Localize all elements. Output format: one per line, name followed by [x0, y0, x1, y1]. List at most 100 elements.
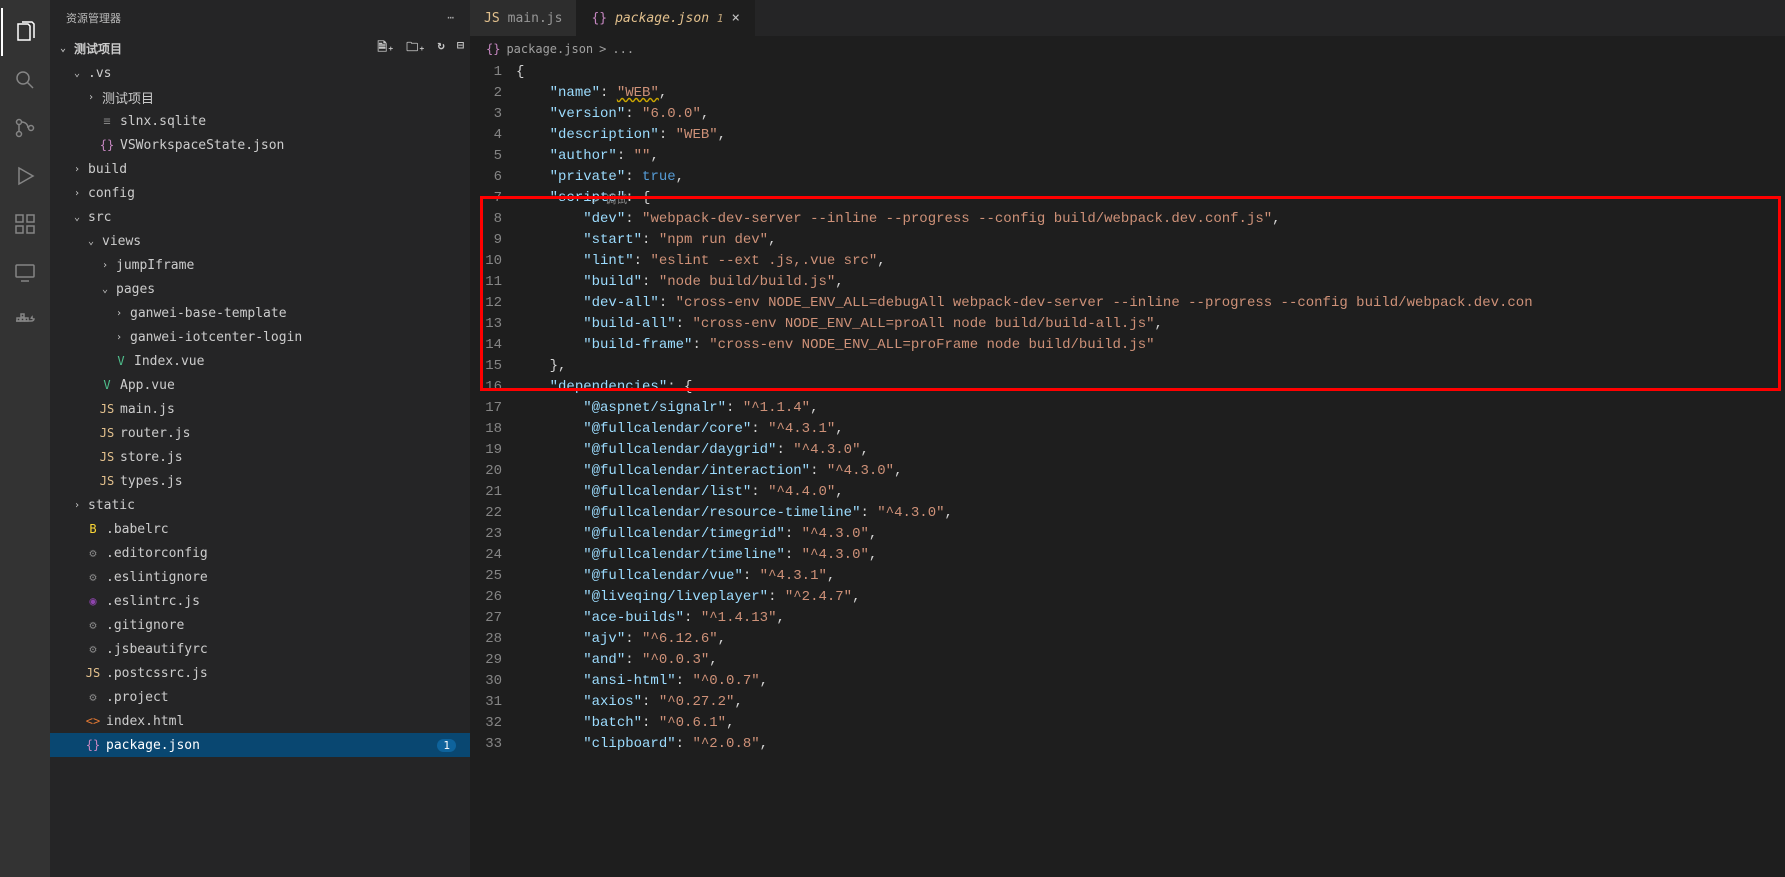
breadcrumb[interactable]: {} package.json > ...: [470, 36, 1785, 62]
sidebar-more-icon[interactable]: ⋯: [447, 11, 454, 24]
activity-explorer-icon[interactable]: [1, 8, 49, 56]
file-icon: V: [98, 378, 116, 392]
tree-item[interactable]: JSstore.js: [50, 445, 470, 469]
project-header[interactable]: ⌄ 测试项目 🗎₊ 🗀₊ ↻ ⊟: [50, 35, 470, 61]
tree-item[interactable]: JStypes.js: [50, 469, 470, 493]
tab-label: package.json 1: [615, 11, 723, 26]
tree-label: jumpIframe: [112, 258, 194, 273]
code-line[interactable]: "ace-builds": "^1.4.13",: [516, 608, 1785, 629]
tree-item[interactable]: {}package.json1: [50, 733, 470, 757]
code-editor[interactable]: 1234567891011121314151617181920212223242…: [470, 62, 1785, 877]
chevron-icon: ›: [112, 332, 126, 343]
tree-item[interactable]: ⌄views: [50, 229, 470, 253]
activity-search-icon[interactable]: [1, 56, 49, 104]
new-file-icon[interactable]: 🗎₊: [377, 38, 394, 59]
chevron-icon: ›: [112, 308, 126, 319]
tree-item[interactable]: JSrouter.js: [50, 421, 470, 445]
tree-item[interactable]: {}VSWorkspaceState.json: [50, 133, 470, 157]
code-line[interactable]: "@fullcalendar/core": "^4.3.1",: [516, 419, 1785, 440]
code-line[interactable]: {: [516, 62, 1785, 83]
tree-item[interactable]: ⌄src: [50, 205, 470, 229]
tree-item[interactable]: ⚙.jsbeautifyrc: [50, 637, 470, 661]
code-line[interactable]: "dev": "webpack-dev-server --inline --pr…: [516, 209, 1785, 230]
activity-docker-icon[interactable]: [1, 296, 49, 344]
tree-item[interactable]: ◉.eslintrc.js: [50, 589, 470, 613]
tree-item[interactable]: <>index.html: [50, 709, 470, 733]
tree-item[interactable]: JS.postcssrc.js: [50, 661, 470, 685]
code-line[interactable]: "batch": "^0.6.1",: [516, 713, 1785, 734]
tree-item[interactable]: ›static: [50, 493, 470, 517]
tree-item[interactable]: ›ganwei-base-template: [50, 301, 470, 325]
file-icon: ◉: [84, 594, 102, 608]
debug-hint[interactable]: ▷ 调试: [592, 191, 627, 212]
tabs-bar: JSmain.js{}package.json 1×: [470, 0, 1785, 36]
code-line[interactable]: "ajv": "^6.12.6",: [516, 629, 1785, 650]
tree-item[interactable]: ›测试项目: [50, 85, 470, 109]
refresh-icon[interactable]: ↻: [438, 38, 445, 59]
sidebar-title: 资源管理器: [66, 10, 121, 26]
tree-item[interactable]: JSmain.js: [50, 397, 470, 421]
code-line[interactable]: "@fullcalendar/resource-timeline": "^4.3…: [516, 503, 1785, 524]
file-icon: JS: [484, 11, 500, 26]
new-folder-icon[interactable]: 🗀₊: [406, 38, 425, 59]
tree-item[interactable]: ⚙.eslintignore: [50, 565, 470, 589]
code-line[interactable]: "start": "npm run dev",: [516, 230, 1785, 251]
tab[interactable]: {}package.json 1×: [577, 0, 754, 36]
tree-item[interactable]: VApp.vue: [50, 373, 470, 397]
tree-label: .eslintignore: [102, 570, 208, 585]
tab[interactable]: JSmain.js: [470, 0, 577, 36]
activity-extensions-icon[interactable]: [1, 200, 49, 248]
chevron-icon: ⌄: [98, 284, 112, 295]
code-line[interactable]: "scripts": {: [516, 188, 1785, 209]
tree-item[interactable]: ⌄.vs: [50, 61, 470, 85]
code-line[interactable]: "dev-all": "cross-env NODE_ENV_ALL=debug…: [516, 293, 1785, 314]
code-line[interactable]: "@fullcalendar/timegrid": "^4.3.0",: [516, 524, 1785, 545]
activity-remote-icon[interactable]: [1, 248, 49, 296]
tree-item[interactable]: ⚙.gitignore: [50, 613, 470, 637]
code-line[interactable]: "dependencies": {: [516, 377, 1785, 398]
code-line[interactable]: "build-all": "cross-env NODE_ENV_ALL=pro…: [516, 314, 1785, 335]
code-line[interactable]: "@fullcalendar/interaction": "^4.3.0",: [516, 461, 1785, 482]
code-line[interactable]: "@fullcalendar/daygrid": "^4.3.0",: [516, 440, 1785, 461]
code-line[interactable]: "private": true,: [516, 167, 1785, 188]
code-line[interactable]: "author": "",: [516, 146, 1785, 167]
tree-label: main.js: [116, 402, 175, 417]
tree-item[interactable]: ⌄pages: [50, 277, 470, 301]
code-line[interactable]: "@fullcalendar/timeline": "^4.3.0",: [516, 545, 1785, 566]
code-line[interactable]: "and": "^0.0.3",: [516, 650, 1785, 671]
code-line[interactable]: "@fullcalendar/vue": "^4.3.1",: [516, 566, 1785, 587]
collapse-icon[interactable]: ⊟: [457, 38, 464, 59]
explorer-sidebar: 资源管理器 ⋯ ⌄ 测试项目 🗎₊ 🗀₊ ↻ ⊟ ⌄.vs›测试项目≡slnx.…: [50, 0, 470, 877]
code-lines[interactable]: { "name": "WEB", "version": "6.0.0", "de…: [516, 62, 1785, 877]
tree-item[interactable]: ⚙.editorconfig: [50, 541, 470, 565]
code-line[interactable]: "build": "node build/build.js",: [516, 272, 1785, 293]
close-icon[interactable]: ×: [731, 10, 739, 26]
code-line[interactable]: "ansi-html": "^0.0.7",: [516, 671, 1785, 692]
code-line[interactable]: "@liveqing/liveplayer": "^2.4.7",: [516, 587, 1785, 608]
tree-item[interactable]: ≡slnx.sqlite: [50, 109, 470, 133]
code-line[interactable]: "name": "WEB",: [516, 83, 1785, 104]
tree-item[interactable]: ⚙.project: [50, 685, 470, 709]
tree-label: .editorconfig: [102, 546, 208, 561]
activity-debug-icon[interactable]: [1, 152, 49, 200]
tree-item[interactable]: ›config: [50, 181, 470, 205]
tree-item[interactable]: ›ganwei-iotcenter-login: [50, 325, 470, 349]
tree-item[interactable]: ›build: [50, 157, 470, 181]
tree-item[interactable]: B.babelrc: [50, 517, 470, 541]
tree-label: types.js: [116, 474, 183, 489]
code-line[interactable]: "axios": "^0.27.2",: [516, 692, 1785, 713]
code-line[interactable]: "clipboard": "^2.0.8",: [516, 734, 1785, 755]
tree-label: slnx.sqlite: [116, 114, 206, 129]
tree-item[interactable]: ›jumpIframe: [50, 253, 470, 277]
tree-item[interactable]: VIndex.vue: [50, 349, 470, 373]
code-line[interactable]: },: [516, 356, 1785, 377]
activity-source-control-icon[interactable]: [1, 104, 49, 152]
file-icon: {}: [98, 138, 116, 152]
code-line[interactable]: "lint": "eslint --ext .js,.vue src",: [516, 251, 1785, 272]
code-line[interactable]: "@fullcalendar/list": "^4.4.0",: [516, 482, 1785, 503]
file-icon: ⚙: [84, 570, 102, 584]
code-line[interactable]: "@aspnet/signalr": "^1.1.4",: [516, 398, 1785, 419]
code-line[interactable]: "description": "WEB",: [516, 125, 1785, 146]
code-line[interactable]: "build-frame": "cross-env NODE_ENV_ALL=p…: [516, 335, 1785, 356]
code-line[interactable]: "version": "6.0.0",: [516, 104, 1785, 125]
